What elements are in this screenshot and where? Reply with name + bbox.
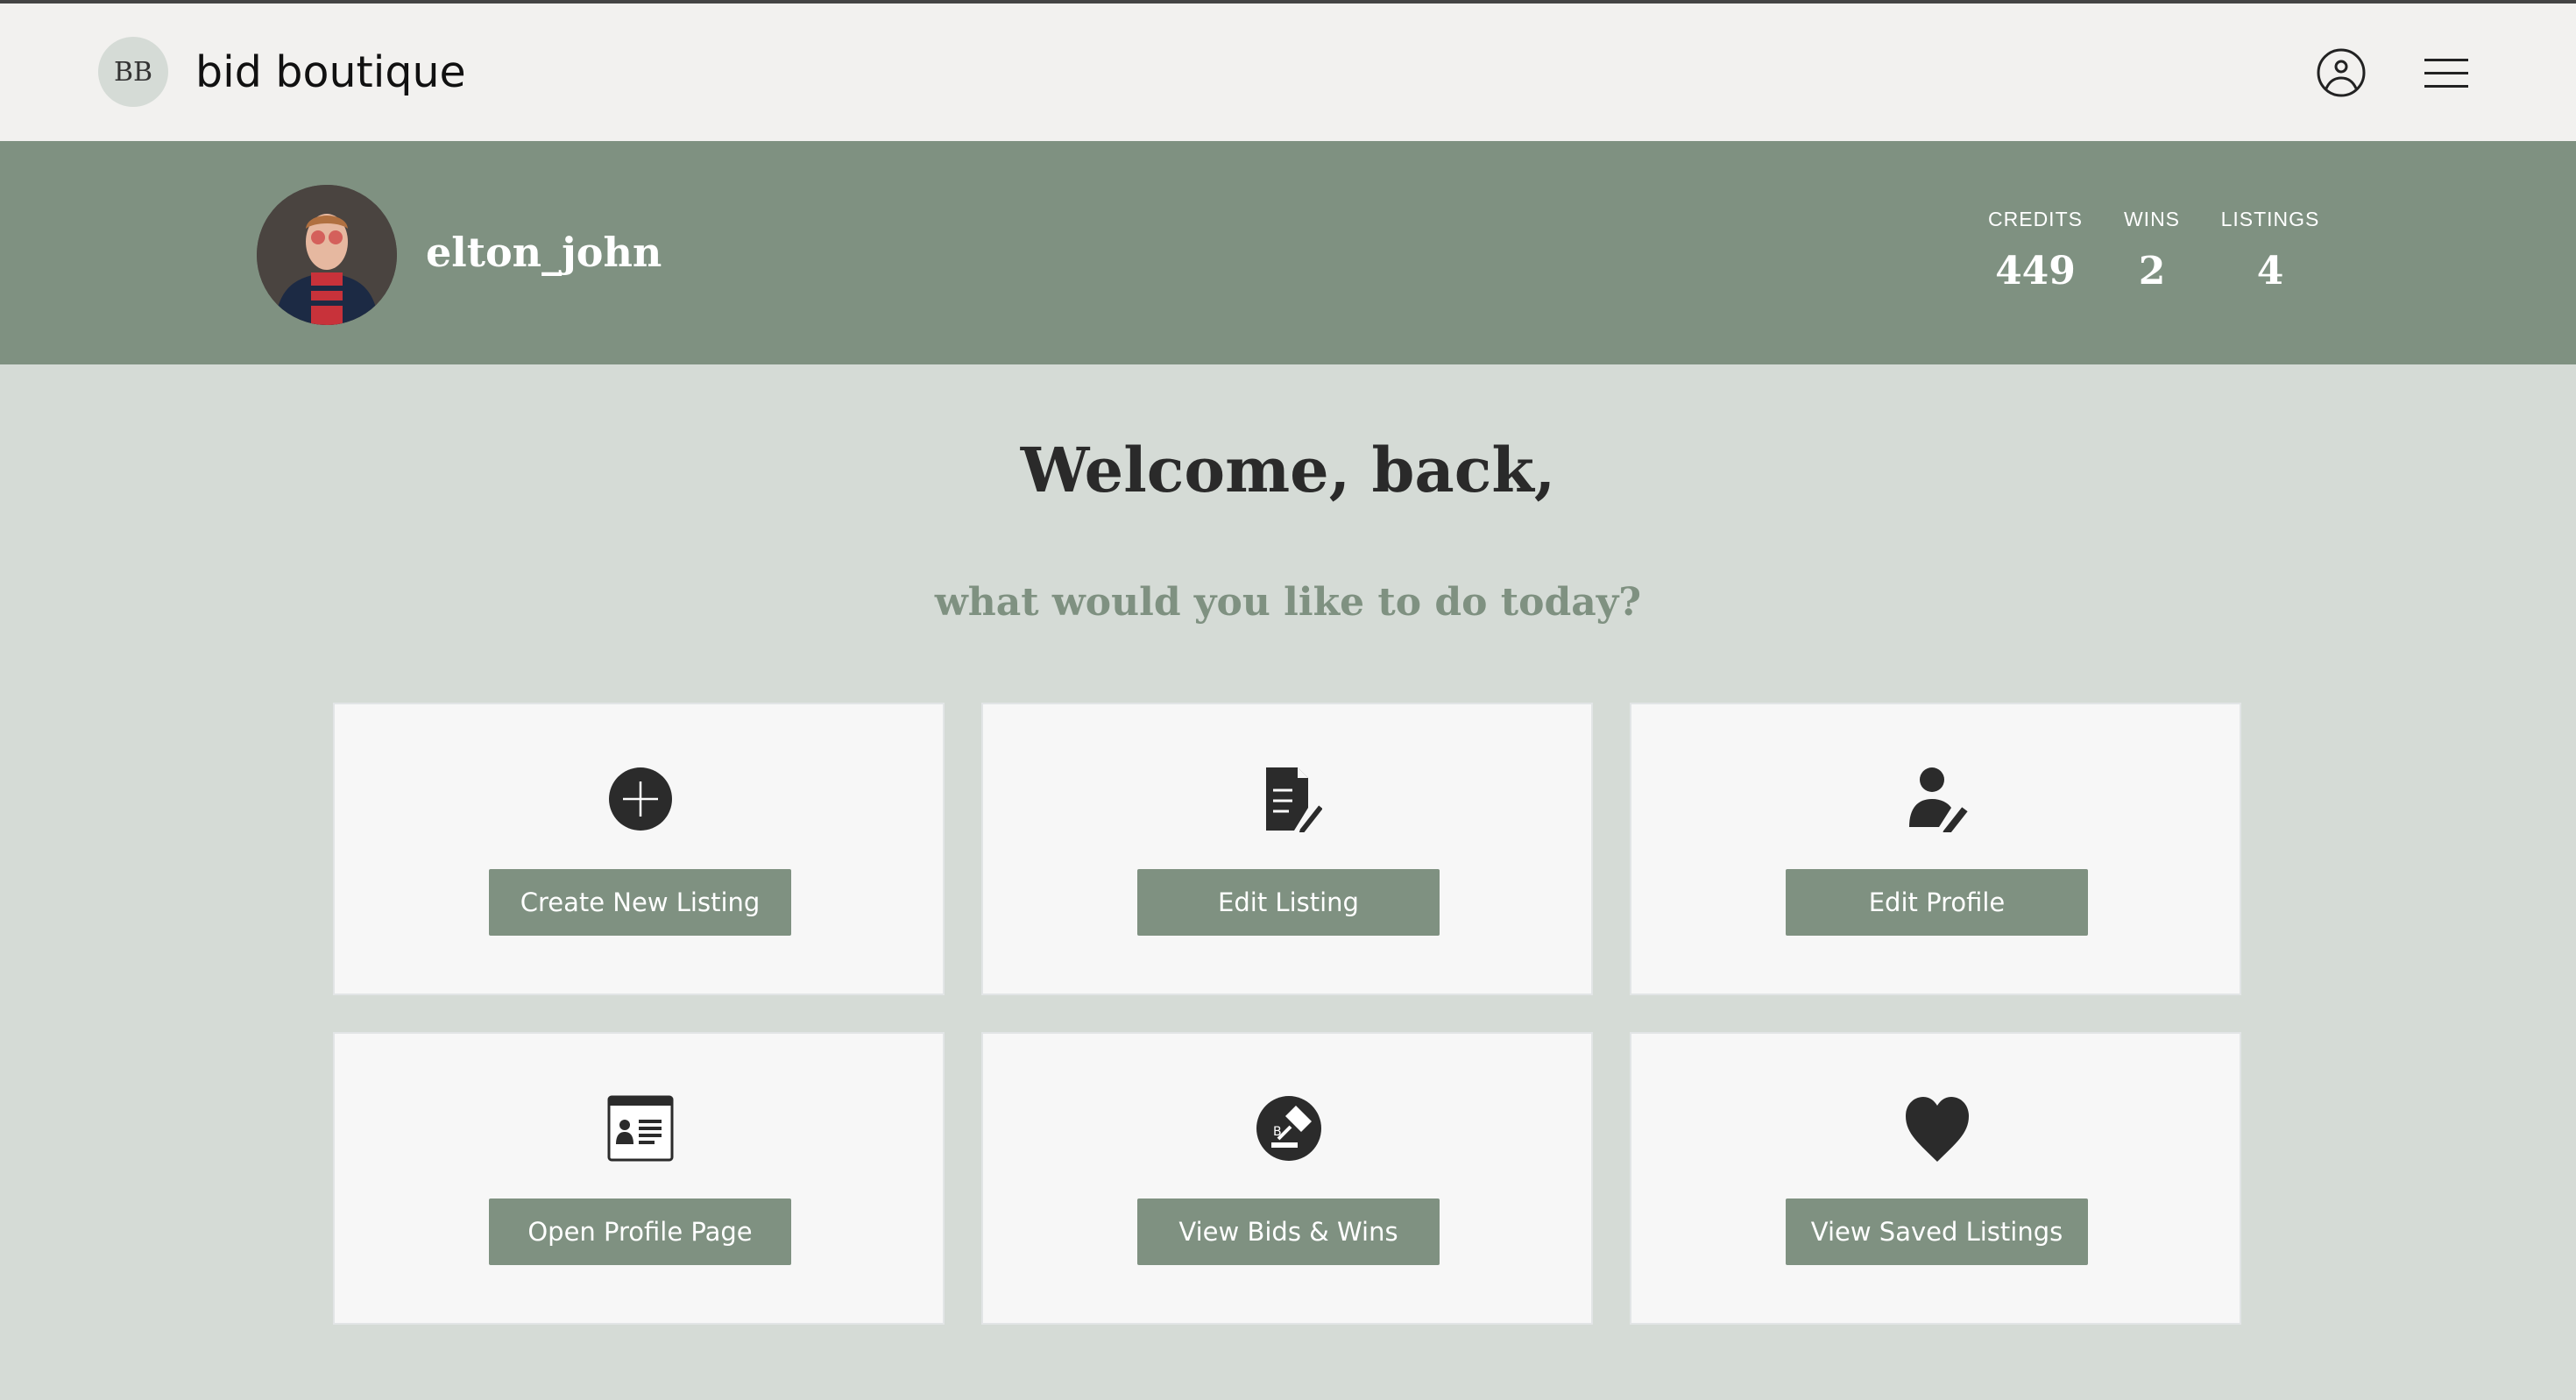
logo-initials: BB [113, 56, 153, 88]
brand-name[interactable]: bid boutique [195, 47, 466, 97]
welcome-title: Welcome, back, [1020, 434, 1556, 506]
action-card-bids-wins: B View Bids & Wins [981, 1032, 1593, 1325]
action-card-profile-page: Open Profile Page [333, 1032, 945, 1325]
stat-value: 4 [2256, 249, 2284, 293]
username: elton_john [426, 229, 662, 276]
create-new-listing-button[interactable]: Create New Listing [489, 869, 791, 936]
profile-banner: elton_john CREDITS 449 WINS 2 LISTINGS 4 [0, 141, 2576, 364]
avatar[interactable] [257, 185, 397, 325]
action-card-saved-listings: View Saved Listings [1630, 1032, 2241, 1325]
logo[interactable]: BB [98, 37, 168, 107]
user-edit-icon [1909, 767, 1971, 832]
edit-listing-button[interactable]: Edit Listing [1137, 869, 1440, 936]
action-card-create-listing: Create New Listing [333, 703, 945, 995]
open-profile-page-button[interactable]: Open Profile Page [489, 1198, 791, 1265]
welcome-subtitle: what would you like to do today? [934, 580, 1642, 625]
plus-circle-icon [609, 767, 672, 831]
menu-icon[interactable] [2424, 58, 2468, 94]
heart-icon [1906, 1097, 1969, 1162]
view-bids-wins-button[interactable]: View Bids & Wins [1137, 1198, 1440, 1265]
view-saved-listings-button[interactable]: View Saved Listings [1786, 1198, 2088, 1265]
top-navbar: BB bid boutique [0, 0, 2576, 141]
action-card-edit-profile: Edit Profile [1630, 703, 2241, 995]
stat-label: LISTINGS [2220, 208, 2320, 230]
edit-profile-button[interactable]: Edit Profile [1786, 869, 2088, 936]
stat-listings: LISTINGS 4 [2200, 208, 2340, 293]
profile-card-icon [607, 1095, 674, 1162]
svg-text:B: B [1273, 1125, 1282, 1139]
gavel-icon: B [1256, 1096, 1321, 1161]
account-icon[interactable] [2316, 47, 2367, 103]
document-edit-icon [1266, 767, 1322, 832]
action-card-edit-listing: Edit Listing [981, 703, 1593, 995]
